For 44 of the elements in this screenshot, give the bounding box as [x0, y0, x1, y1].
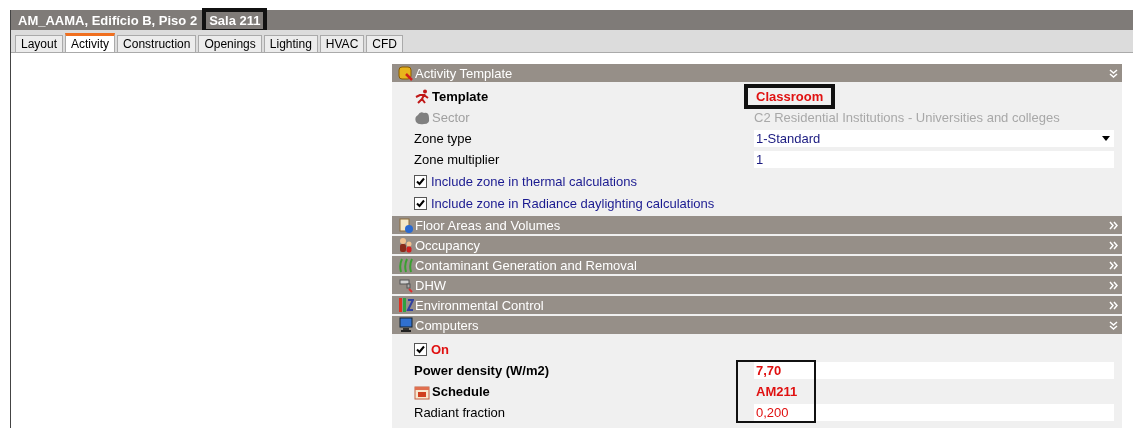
tab[interactable]: Lighting [263, 35, 318, 52]
field-label: Zone multiplier [414, 152, 500, 167]
tab[interactable]: Activity [65, 33, 116, 52]
checkbox-label: On [431, 341, 450, 357]
checkbox[interactable] [414, 196, 427, 210]
runner-icon [414, 88, 430, 105]
window-title: Sala 211 [204, 9, 266, 31]
value-text: C2 Residential Institutions - Universities and colleges [754, 110, 1060, 125]
window-title: AM_AAMA, Edifício B, Piso 2 [17, 12, 199, 28]
collapse-icon[interactable] [1109, 68, 1118, 78]
clipboard-icon [398, 217, 414, 233]
people-icon [398, 237, 414, 253]
expand-icon[interactable] [1109, 240, 1118, 250]
expand-icon[interactable] [1109, 260, 1118, 270]
input-field[interactable]: 1 [754, 151, 1114, 168]
checkbox[interactable] [414, 342, 427, 356]
tab[interactable]: CFD [366, 35, 403, 52]
field-label: Template [432, 89, 489, 104]
expand-icon[interactable] [1109, 300, 1118, 310]
tab[interactable]: HVAC [319, 35, 365, 52]
tab[interactable]: Layout [15, 35, 64, 52]
collapse-icon[interactable] [1109, 320, 1118, 330]
waves-icon [398, 257, 414, 273]
value-text: Classroom [746, 86, 834, 107]
field-label: Radiant fraction [414, 405, 506, 420]
field-label: Schedule [432, 384, 490, 399]
expand-icon[interactable] [1109, 280, 1118, 290]
tab[interactable]: Openings [198, 35, 262, 52]
dropdown[interactable]: 1-Standard [754, 130, 1114, 147]
checkbox[interactable] [414, 174, 427, 188]
blob-icon [414, 109, 430, 126]
field-label: Zone type [414, 131, 472, 146]
calendar-icon [414, 383, 430, 400]
expand-icon[interactable] [1109, 220, 1118, 230]
checkbox-label: Include zone in Radiance daylighting calculations [431, 195, 715, 211]
field-label: Sector [432, 110, 470, 125]
checkbox-label: Include zone in thermal calculations [431, 173, 637, 189]
input-field[interactable]: 0,200 [754, 404, 1114, 421]
computer-icon [398, 317, 414, 333]
value-text: AM211 [755, 383, 799, 401]
field-label: Power density (W/m2) [414, 363, 550, 378]
tab[interactable]: Construction [117, 35, 197, 52]
input-field[interactable]: 7,70 [754, 362, 1114, 379]
dropdown-arrow-icon[interactable] [1102, 136, 1110, 141]
